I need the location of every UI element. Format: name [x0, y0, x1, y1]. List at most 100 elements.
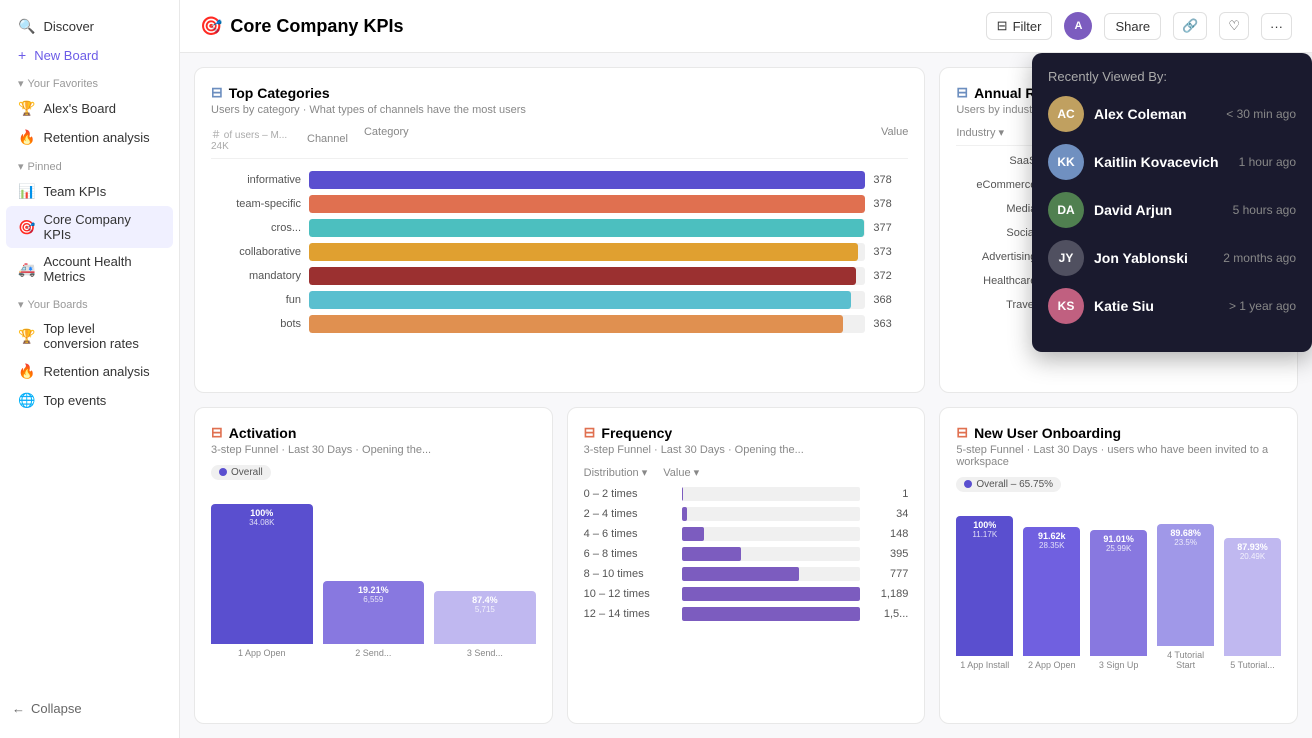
- onboarding-title: ⊟ New User Onboarding: [956, 424, 1281, 441]
- main-area: 🎯 Core Company KPIs ⊟ Filter A Share 🔗 ♡…: [180, 0, 1312, 738]
- dist-bar-wrap: [682, 487, 861, 501]
- sidebar-item-team-kpis[interactable]: 📊 Team KPIs: [6, 177, 173, 206]
- dist-bar-wrap: [682, 547, 861, 561]
- sidebar-team-kpis-label: Team KPIs: [43, 184, 106, 199]
- dist-value: 34: [868, 508, 908, 520]
- frequency-header: Distribution ▾ Value ▾: [584, 466, 909, 479]
- pinned-label: Pinned: [28, 161, 62, 173]
- sidebar-discover-label: Discover: [43, 19, 94, 34]
- chevron-down-icon: ▾: [18, 77, 24, 90]
- bar-label: mandatory: [211, 270, 301, 282]
- discover-icon: 🔍: [18, 18, 35, 35]
- onboarding-bar-sub: 28.35K: [1039, 541, 1064, 550]
- revenue-bar-label: SaaS: [956, 155, 1036, 167]
- sidebar-item-retention[interactable]: 🔥 Retention analysis: [6, 357, 173, 386]
- frequency-title: ⊟ Frequency: [584, 424, 909, 441]
- pinned-section[interactable]: ▾ Pinned: [0, 152, 179, 177]
- col-category[interactable]: Category: [364, 126, 865, 152]
- sidebar-item-top-events[interactable]: 🌐 Top events: [6, 386, 173, 415]
- y-axis-label: ＃ of users – M...24K: [211, 126, 291, 152]
- retention-fav-icon: 🔥: [18, 129, 35, 146]
- sidebar-item-alexs-board[interactable]: 🏆 Alex's Board: [6, 94, 173, 123]
- popup-viewer-item: JY Jon Yablonski 2 months ago: [1048, 240, 1296, 276]
- share-button[interactable]: Share: [1104, 13, 1161, 40]
- bar-container: [309, 219, 865, 237]
- annual-revenue-icon: ⊟: [956, 84, 968, 101]
- col-channel[interactable]: Channel: [307, 126, 348, 152]
- bar-value: 373: [873, 246, 908, 258]
- sidebar-item-top-conversion[interactable]: 🏆 Top level conversion rates: [6, 315, 173, 357]
- link-icon: 🔗: [1182, 18, 1198, 34]
- viewer-avatar: KS: [1048, 288, 1084, 324]
- bar: [309, 315, 843, 333]
- dist-dropdown[interactable]: Distribution ▾: [584, 466, 648, 479]
- sidebar-retention-label: Retention analysis: [43, 364, 149, 379]
- bar-value: 377: [873, 222, 908, 234]
- value-dropdown[interactable]: Value ▾: [663, 466, 699, 479]
- favorites-label: Your Favorites: [28, 78, 99, 90]
- bar-value: 363: [873, 318, 908, 330]
- bar-value: 378: [873, 198, 908, 210]
- avatar: A: [1064, 12, 1092, 40]
- bar-container: [309, 267, 865, 285]
- favorite-button[interactable]: ♡: [1219, 12, 1249, 40]
- bar-value: 378: [873, 174, 908, 186]
- boards-label: Your Boards: [28, 299, 88, 311]
- onboarding-bar-sub: 11.17K: [972, 530, 997, 539]
- sidebar-item-account-health[interactable]: 🚑 Account Health Metrics: [6, 248, 173, 290]
- bar-label: informative: [211, 174, 301, 186]
- dist-value: 777: [868, 568, 908, 580]
- revenue-bar-label: Social: [956, 227, 1036, 239]
- viewer-avatar: JY: [1048, 240, 1084, 276]
- dist-label: 8 – 10 times: [584, 568, 674, 580]
- favorites-section[interactable]: ▾ Your Favorites: [0, 69, 179, 94]
- bar: [309, 243, 858, 261]
- activation-icon: ⊟: [211, 424, 223, 441]
- sidebar-item-core-company[interactable]: 🎯 Core Company KPIs: [6, 206, 173, 248]
- collapse-label: Collapse: [31, 701, 82, 716]
- link-button[interactable]: 🔗: [1173, 12, 1207, 40]
- top-categories-icon: ⊟: [211, 84, 223, 101]
- onboarding-bar-label: 89.68%: [1170, 528, 1201, 538]
- top-events-icon: 🌐: [18, 392, 35, 409]
- more-button[interactable]: ···: [1261, 13, 1292, 40]
- funnel-step-label: 1 App Open: [238, 648, 286, 658]
- account-health-icon: 🚑: [18, 261, 35, 278]
- revenue-bar-label: Advertising: [956, 251, 1036, 263]
- retention-icon: 🔥: [18, 363, 35, 380]
- dist-value: 1: [868, 488, 908, 500]
- sidebar-item-retention-fav[interactable]: 🔥 Retention analysis: [6, 123, 173, 152]
- page-header: 🎯 Core Company KPIs ⊟ Filter A Share 🔗 ♡…: [180, 0, 1312, 53]
- boards-chevron-icon: ▾: [18, 298, 24, 311]
- page-title-text: Core Company KPIs: [230, 16, 403, 37]
- bar-row: fun 368: [211, 291, 908, 309]
- ellipsis-icon: ···: [1270, 19, 1283, 34]
- viewer-avatar: AC: [1048, 96, 1084, 132]
- viewer-time: > 1 year ago: [1229, 299, 1296, 313]
- filter-button[interactable]: ⊟ Filter: [986, 12, 1053, 40]
- funnel-bar: 19.21% 6,559: [323, 581, 425, 644]
- dist-bar-wrap: [682, 607, 861, 621]
- onboarding-icon: ⊟: [956, 424, 968, 441]
- dist-bar-wrap: [682, 587, 861, 601]
- bar-label: cros...: [211, 222, 301, 234]
- onboarding-step-label: 4 Tutorial Start: [1157, 650, 1214, 670]
- bar-label: bots: [211, 318, 301, 330]
- dist-label: 10 – 12 times: [584, 588, 674, 600]
- top-categories-header: ＃ of users – M...24K Channel Category Va…: [211, 126, 908, 159]
- dist-value: 148: [868, 528, 908, 540]
- viewer-avatar: KK: [1048, 144, 1084, 180]
- heart-icon: ♡: [1228, 18, 1240, 34]
- collapse-button[interactable]: ← Collapse: [12, 701, 167, 716]
- dist-row: 4 – 6 times 148: [584, 527, 909, 541]
- sidebar-item-new-board[interactable]: + New Board: [6, 41, 173, 69]
- funnel-step: 87.4% 5,715 3 Send...: [434, 498, 536, 658]
- col-value[interactable]: Value: [881, 126, 908, 152]
- boards-section[interactable]: ▾ Your Boards: [0, 290, 179, 315]
- new-board-icon: +: [18, 47, 26, 63]
- sidebar-item-discover[interactable]: 🔍 Discover: [6, 12, 173, 41]
- bar-container: [309, 315, 865, 333]
- onboarding-bar-label: 100%: [973, 520, 996, 530]
- dist-value: 395: [868, 548, 908, 560]
- revenue-bar-label: Media: [956, 203, 1036, 215]
